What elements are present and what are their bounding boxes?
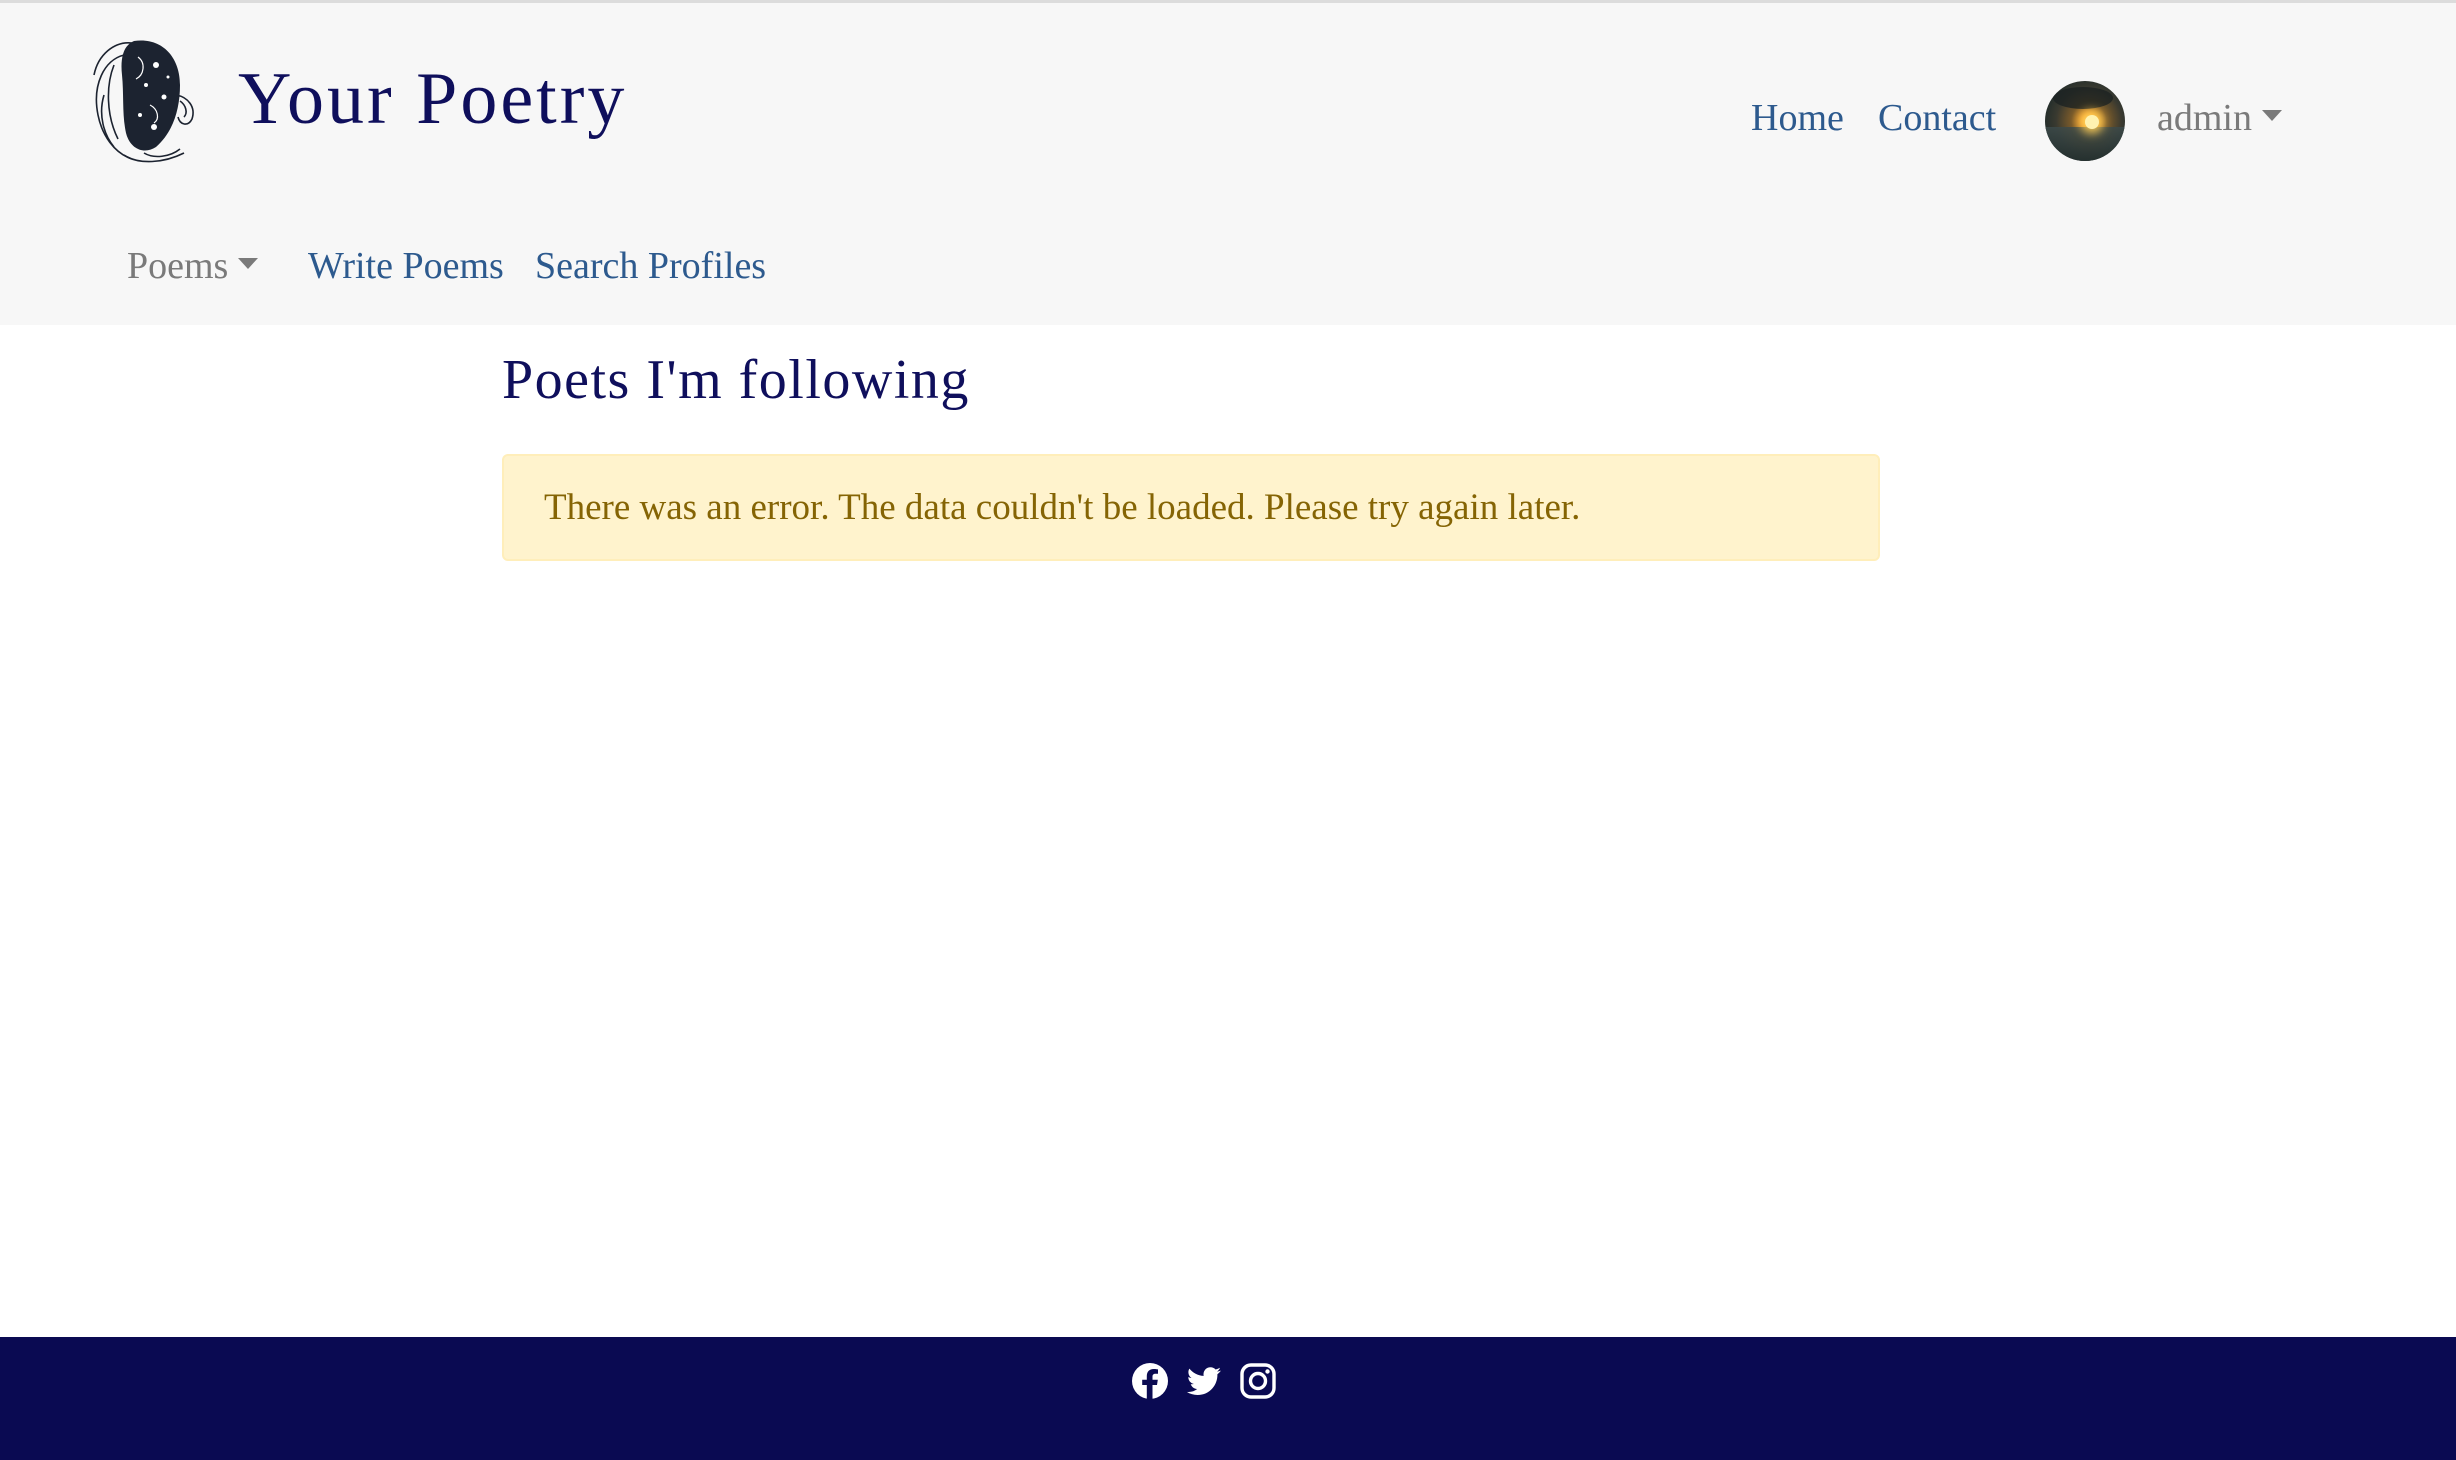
error-alert: There was an error. The data couldn't be… — [502, 453, 1880, 561]
facebook-icon[interactable] — [1130, 1361, 1170, 1401]
header-nav: Home Contact admin — [0, 77, 2456, 167]
nav-contact-link[interactable]: Contact — [1878, 99, 1996, 137]
avatar-tree-shape — [2053, 87, 2113, 109]
error-alert-message: There was an error. The data couldn't be… — [544, 486, 1581, 528]
page: Your Poetry Home Contact admin Poems Wri… — [0, 0, 2456, 1460]
instagram-icon[interactable] — [1238, 1361, 1278, 1401]
nav-home-link[interactable]: Home — [1751, 99, 1844, 137]
twitter-icon[interactable] — [1184, 1361, 1224, 1401]
user-menu-dropdown[interactable]: admin — [2157, 99, 2282, 137]
avatar-sun-shape — [2085, 115, 2099, 129]
write-poems-link[interactable]: Write Poems — [308, 247, 504, 285]
poems-dropdown-label: Poems — [127, 245, 229, 287]
main-content: Poets I'm following There was an error. … — [502, 340, 1880, 561]
user-avatar[interactable] — [2045, 81, 2125, 161]
user-name: admin — [2157, 97, 2252, 139]
social-links — [1130, 1361, 1278, 1401]
navbar: Your Poetry Home Contact admin Poems Wri… — [0, 3, 2456, 325]
avatar-horizon-shape — [2045, 127, 2125, 161]
sub-navigation: Poems Write Poems Search Profiles — [0, 247, 2456, 297]
footer — [0, 1337, 2456, 1460]
chevron-down-icon — [238, 257, 259, 269]
search-profiles-link[interactable]: Search Profiles — [535, 247, 766, 285]
poems-dropdown[interactable]: Poems — [127, 245, 259, 287]
chevron-down-icon — [2261, 109, 2282, 121]
page-title: Poets I'm following — [502, 349, 970, 411]
